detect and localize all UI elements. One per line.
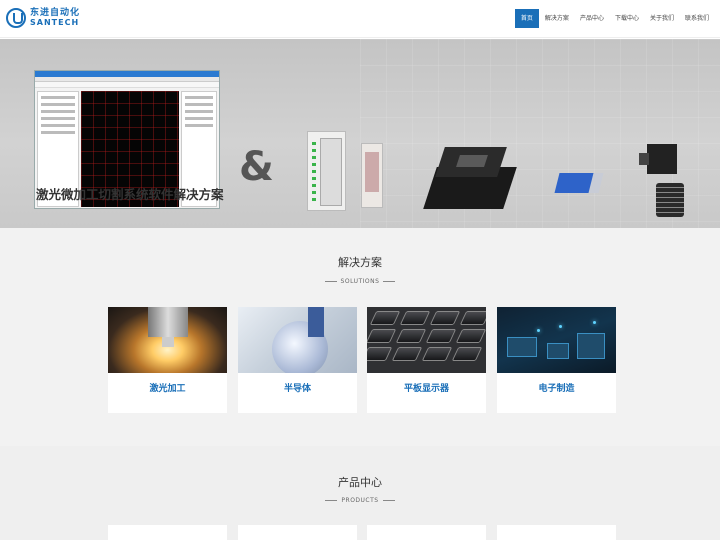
nav-item-downloads[interactable]: 下载中心 bbox=[610, 9, 644, 28]
nav-item-home[interactable]: 首页 bbox=[514, 9, 539, 28]
section-subtitle: PRODUCTS bbox=[0, 497, 720, 504]
semiconductor-image bbox=[238, 307, 357, 373]
solution-card-label: 电子制造 bbox=[538, 384, 575, 394]
ampersand-symbol: & bbox=[239, 144, 274, 190]
electronics-manufacturing-image bbox=[497, 307, 616, 373]
solution-card-label: 激光加工 bbox=[149, 384, 186, 394]
banner-caption: 激光微加工切割系统软件解决方案 bbox=[36, 187, 224, 202]
camera-lens-image bbox=[656, 183, 684, 217]
logo-icon bbox=[6, 8, 26, 28]
motion-stage-image bbox=[423, 139, 517, 217]
section-subtitle: SOLUTIONS bbox=[0, 278, 720, 285]
industrial-camera-image bbox=[639, 144, 677, 174]
site-header: 东进自动化 SANTECH 首页 解决方案 产品中心 下载中心 关于我们 联系我… bbox=[0, 0, 720, 38]
product-card[interactable] bbox=[238, 525, 357, 540]
nav-item-about[interactable]: 关于我们 bbox=[645, 9, 679, 28]
logo-name-cn: 东进自动化 bbox=[30, 8, 81, 18]
servo-drive-image bbox=[307, 131, 346, 211]
main-nav: 首页 解决方案 产品中心 下载中心 关于我们 联系我们 bbox=[514, 9, 714, 28]
nav-item-products[interactable]: 产品中心 bbox=[575, 9, 609, 28]
laser-processing-image bbox=[108, 307, 227, 373]
logo-name-en: SANTECH bbox=[30, 18, 80, 27]
solution-card-semiconductor[interactable]: 半导体 bbox=[238, 307, 357, 413]
section-title: 产品中心 bbox=[338, 476, 382, 489]
solutions-section: 解决方案 SOLUTIONS 激光加工 半导体 平板显示器 电子制造 bbox=[0, 228, 720, 446]
flat-panel-image bbox=[367, 307, 486, 373]
laser-source-image bbox=[554, 165, 604, 197]
solution-card-flat-panel[interactable]: 平板显示器 bbox=[367, 307, 486, 413]
company-logo[interactable]: 东进自动化 SANTECH bbox=[6, 8, 80, 28]
product-card[interactable] bbox=[497, 525, 616, 540]
solution-card-label: 平板显示器 bbox=[403, 384, 449, 394]
product-card[interactable] bbox=[108, 525, 227, 540]
solution-card-electronics[interactable]: 电子制造 bbox=[497, 307, 616, 413]
controller-image bbox=[361, 143, 383, 208]
section-title: 解决方案 bbox=[338, 256, 382, 269]
product-card[interactable] bbox=[367, 525, 486, 540]
nav-item-solutions[interactable]: 解决方案 bbox=[540, 9, 574, 28]
nav-item-contact[interactable]: 联系我们 bbox=[680, 9, 714, 28]
solution-card-label: 半导体 bbox=[283, 384, 311, 394]
solution-card-laser[interactable]: 激光加工 bbox=[108, 307, 227, 413]
